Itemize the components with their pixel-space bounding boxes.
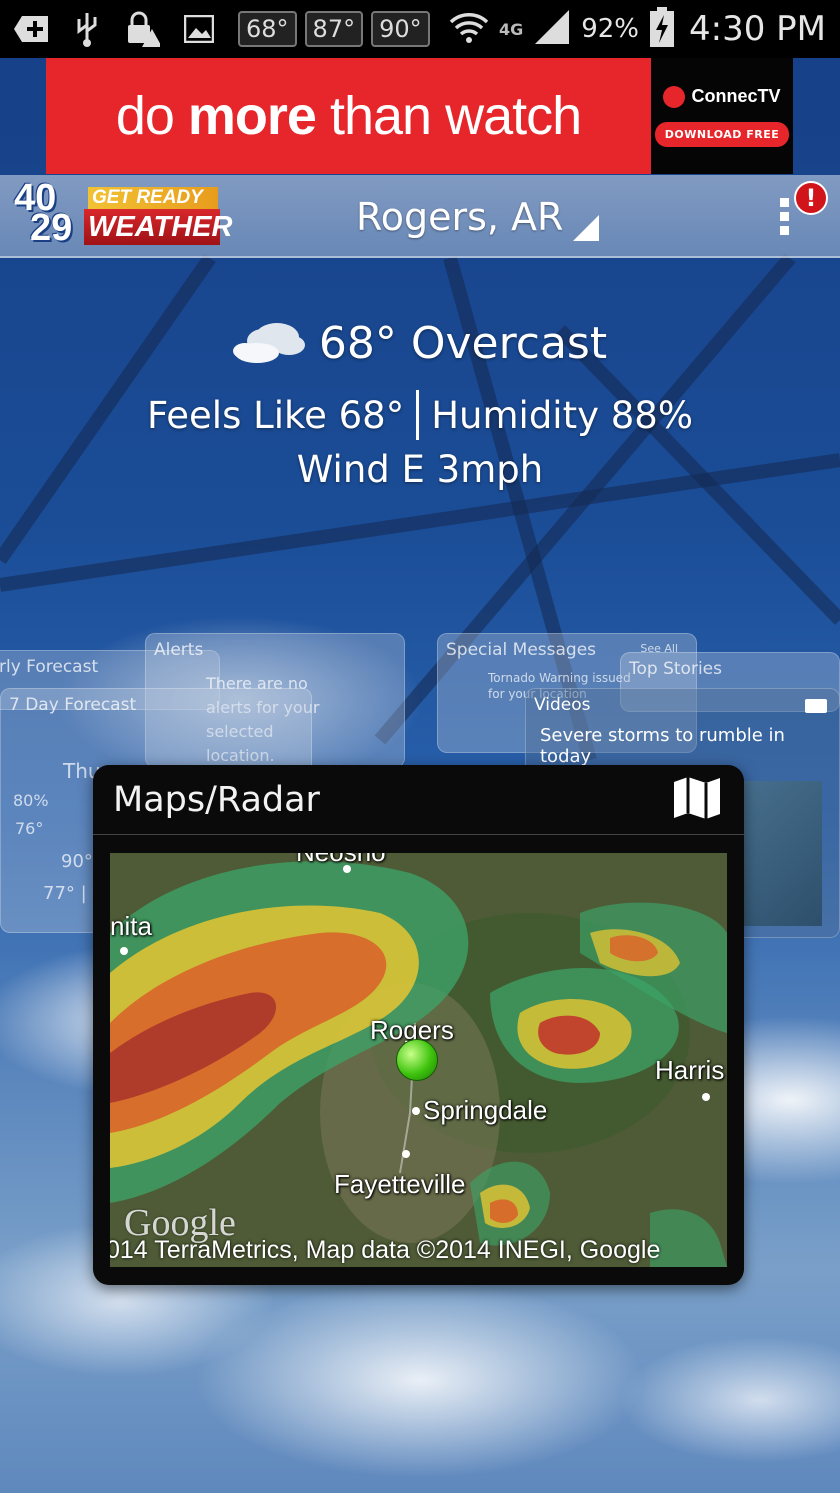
map-label-left-city: nita <box>110 911 152 941</box>
cloudy-icon <box>232 317 305 369</box>
city-dot <box>343 865 351 873</box>
map-label-neosho: Neosho <box>296 853 386 868</box>
ad-banner[interactable]: do more than watch ConnecTV DOWNLOAD FRE… <box>46 58 793 174</box>
video-camera-icon <box>805 699 827 713</box>
ad-side-panel[interactable]: ConnecTV DOWNLOAD FREE <box>651 58 793 174</box>
image-icon <box>182 12 216 46</box>
temp-notification-3: 90° <box>371 11 430 47</box>
forecast-high: 90° <box>61 851 93 872</box>
battery-charging-icon <box>649 6 675 52</box>
map-label-springdale: Springdale <box>423 1095 548 1125</box>
map-label-harrison: Harris <box>655 1055 725 1085</box>
station-logo[interactable]: 40 29 GET READY WEATHER <box>14 179 232 253</box>
lock-alert-icon <box>126 11 160 47</box>
battery-percent: 92% <box>581 14 639 44</box>
logo-get-ready: GET READY <box>88 187 218 209</box>
temp-notification-1: 68° <box>238 11 297 47</box>
logo-weather: WEATHER <box>84 209 232 245</box>
feels-like: Feels Like 68° <box>147 393 405 437</box>
divider <box>416 390 420 440</box>
current-conditions: 68° Overcast Feels Like 68° Humidity 88%… <box>0 300 840 492</box>
map-label-fayetteville: Fayetteville <box>334 1169 466 1199</box>
maps-radar-card[interactable]: Maps/Radar nita Rogers Springdale Fayett… <box>93 765 744 1285</box>
network-type: 4G <box>498 19 524 39</box>
location-pin-icon[interactable] <box>396 1039 438 1081</box>
app-header: 40 29 GET READY WEATHER Rogers, AR <box>0 175 840 258</box>
ad-download-button[interactable]: DOWNLOAD FREE <box>654 121 790 147</box>
plus-icon <box>14 12 48 46</box>
dropdown-caret-icon <box>573 215 600 241</box>
ad-brand: ConnecTV <box>663 85 781 108</box>
forecast-temp-small: 76° <box>15 819 44 838</box>
alert-badge[interactable]: ! <box>794 181 828 215</box>
clock: 4:30 PM <box>689 9 826 49</box>
ad-tagline-bold: more <box>187 86 317 146</box>
logo-number: 40 29 <box>14 179 86 249</box>
temp-summary: 68° Overcast <box>318 317 608 369</box>
location-selector[interactable]: Rogers, AR <box>356 189 600 245</box>
overflow-menu-icon[interactable] <box>772 196 796 236</box>
seven-day-title: 7 Day Forecast <box>9 695 137 715</box>
alerts-title: Alerts <box>154 640 204 660</box>
location-name: Rogers, AR <box>356 195 564 239</box>
radar-map[interactable]: Neosho nita Rogers Springdale Fayettevil… <box>110 853 727 1267</box>
video-headline: Severe storms to rumble in today <box>540 725 785 767</box>
forecast-precip: 80% <box>13 791 49 810</box>
ad-tagline-post: than watch <box>315 86 582 146</box>
ad-brand-name: ConnecTV <box>691 86 781 106</box>
map-icon[interactable] <box>672 776 722 824</box>
wind: Wind E 3mph <box>296 448 544 491</box>
city-dot <box>702 1093 710 1101</box>
radar-header: Maps/Radar <box>93 765 744 835</box>
top-stories-title: Top Stories <box>629 659 722 679</box>
signal-icon <box>533 8 571 50</box>
city-dot <box>412 1107 420 1115</box>
temp-notification-2: 87° <box>304 11 364 47</box>
ad-tagline[interactable]: do more than watch <box>46 58 651 174</box>
status-bar: 68° 87° 90° 4G 92% 4:30 PM <box>0 0 840 58</box>
ad-tagline-pre: do <box>115 86 188 146</box>
map-attribution: 014 TerraMetrics, Map data ©2014 INEGI, … <box>110 1236 661 1264</box>
radar-title: Maps/Radar <box>113 779 320 820</box>
tv-icon <box>663 85 686 108</box>
wifi-icon <box>449 10 489 48</box>
city-dot <box>120 947 128 955</box>
usb-icon <box>70 12 104 47</box>
city-dot <box>402 1150 410 1158</box>
videos-title: Videos <box>534 695 591 715</box>
humidity: Humidity 88% <box>431 393 693 437</box>
